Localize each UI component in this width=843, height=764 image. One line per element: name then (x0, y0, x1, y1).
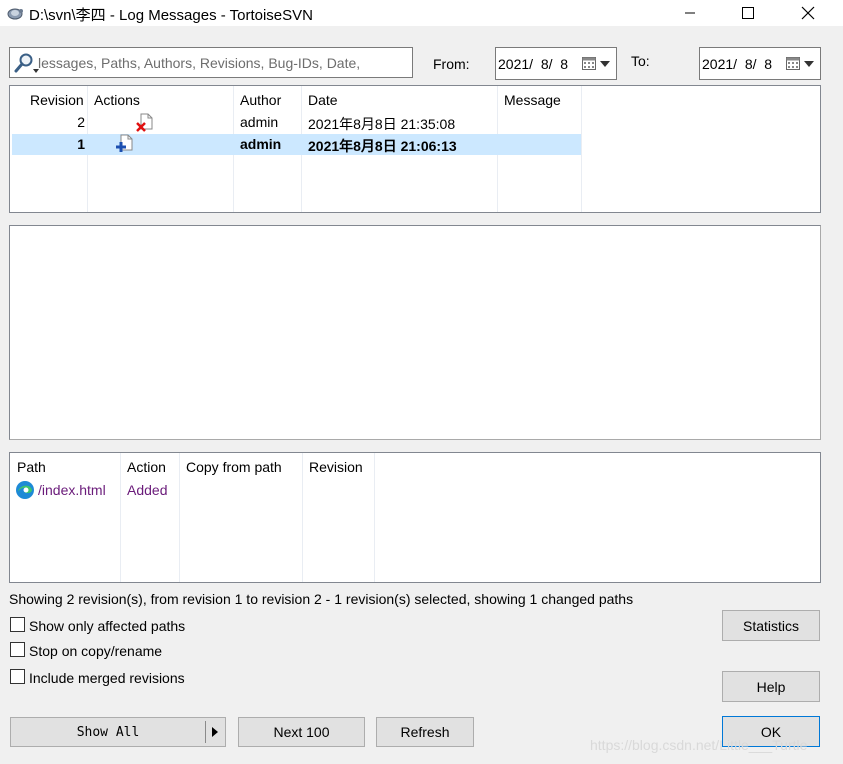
chevron-down-icon[interactable] (600, 61, 610, 67)
table-row[interactable]: /index.html Added (10, 479, 374, 501)
tortoise-icon (6, 4, 24, 22)
column-header-message[interactable]: Message (504, 92, 561, 108)
row-revision: 1 (77, 136, 85, 152)
maximize-icon (742, 7, 754, 19)
column-divider (302, 453, 303, 582)
stop-on-copy-checkbox[interactable] (10, 642, 25, 657)
search-icon[interactable] (13, 52, 39, 74)
calendar-icon (582, 57, 596, 70)
column-divider (179, 453, 180, 582)
row-date: 2021年8月8日 21:06:13 (308, 138, 457, 154)
log-message-pane[interactable] (9, 225, 821, 440)
revision-list[interactable]: Revision Actions Author Date Message 2 a… (9, 85, 821, 213)
added-file-icon (115, 134, 135, 154)
title-bar: D:\svn\李四 - Log Messages - TortoiseSVN (0, 0, 843, 26)
search-input[interactable]: lessages, Paths, Authors, Revisions, Bug… (9, 47, 413, 78)
row-date: 2021年8月8日 21:35:08 (308, 116, 456, 132)
column-divider (374, 453, 375, 582)
status-text: Showing 2 revision(s), from revision 1 t… (9, 591, 634, 607)
column-header-path[interactable]: Path (17, 459, 46, 475)
from-date-picker[interactable]: 2021/ 8/ 8 (495, 47, 617, 80)
row-action: Added (127, 482, 168, 498)
from-date-value: 2021/ 8/ 8 (498, 56, 569, 72)
deleted-file-icon (135, 113, 155, 133)
row-author: admin (240, 114, 279, 130)
column-header-action[interactable]: Action (127, 459, 166, 475)
column-header-author[interactable]: Author (240, 92, 281, 108)
show-only-affected-checkbox[interactable] (10, 617, 25, 632)
calendar-icon (786, 57, 800, 70)
include-merged-checkbox[interactable] (10, 669, 25, 684)
chevron-right-icon[interactable] (212, 727, 218, 737)
window-title: D:\svn\李四 - Log Messages - TortoiseSVN (29, 7, 313, 24)
stop-on-copy-label[interactable]: Stop on copy/rename (29, 643, 162, 659)
to-date-value: 2021/ 8/ 8 (702, 56, 773, 72)
include-merged-label[interactable]: Include merged revisions (29, 670, 185, 686)
column-header-revision[interactable]: Revision (309, 459, 363, 475)
to-label: To: (631, 53, 650, 69)
column-header-revision[interactable]: Revision (30, 92, 84, 108)
show-all-split-button[interactable]: Show All (10, 717, 226, 747)
changed-paths-list[interactable]: Path Action Copy from path Revision /ind… (9, 452, 821, 583)
close-icon (801, 6, 815, 20)
show-all-label[interactable]: Show All (11, 718, 205, 746)
split-divider (205, 721, 206, 743)
close-button[interactable] (778, 0, 838, 26)
table-row-selected[interactable]: 1 admin 2021年8月8日 21:06:13 (12, 134, 581, 155)
next-100-button[interactable]: Next 100 (238, 717, 365, 747)
minimize-button[interactable] (660, 0, 720, 26)
column-divider (581, 86, 582, 212)
row-path: /index.html (38, 482, 106, 498)
edge-browser-icon (15, 480, 35, 500)
to-date-picker[interactable]: 2021/ 8/ 8 (699, 47, 821, 80)
column-header-copy-from-path[interactable]: Copy from path (186, 459, 282, 475)
search-text: lessages, Paths, Authors, Revisions, Bug… (38, 55, 361, 71)
statistics-button[interactable]: Statistics (722, 610, 820, 641)
help-button[interactable]: Help (722, 671, 820, 702)
chevron-down-icon[interactable] (804, 61, 814, 67)
table-row[interactable]: 2 admin 2021年8月8日 21:35:08 (10, 112, 581, 133)
minimize-icon (685, 12, 695, 14)
show-only-affected-label[interactable]: Show only affected paths (29, 618, 185, 634)
column-divider (120, 453, 121, 582)
row-revision: 2 (77, 114, 85, 130)
row-author: admin (240, 136, 282, 152)
maximize-button[interactable] (718, 0, 778, 26)
refresh-button[interactable]: Refresh (376, 717, 474, 747)
column-header-date[interactable]: Date (308, 92, 338, 108)
from-label: From: (433, 56, 470, 72)
column-header-actions[interactable]: Actions (94, 92, 140, 108)
watermark-text: https://blog.csdn.net/Little___Turtle (590, 737, 808, 753)
